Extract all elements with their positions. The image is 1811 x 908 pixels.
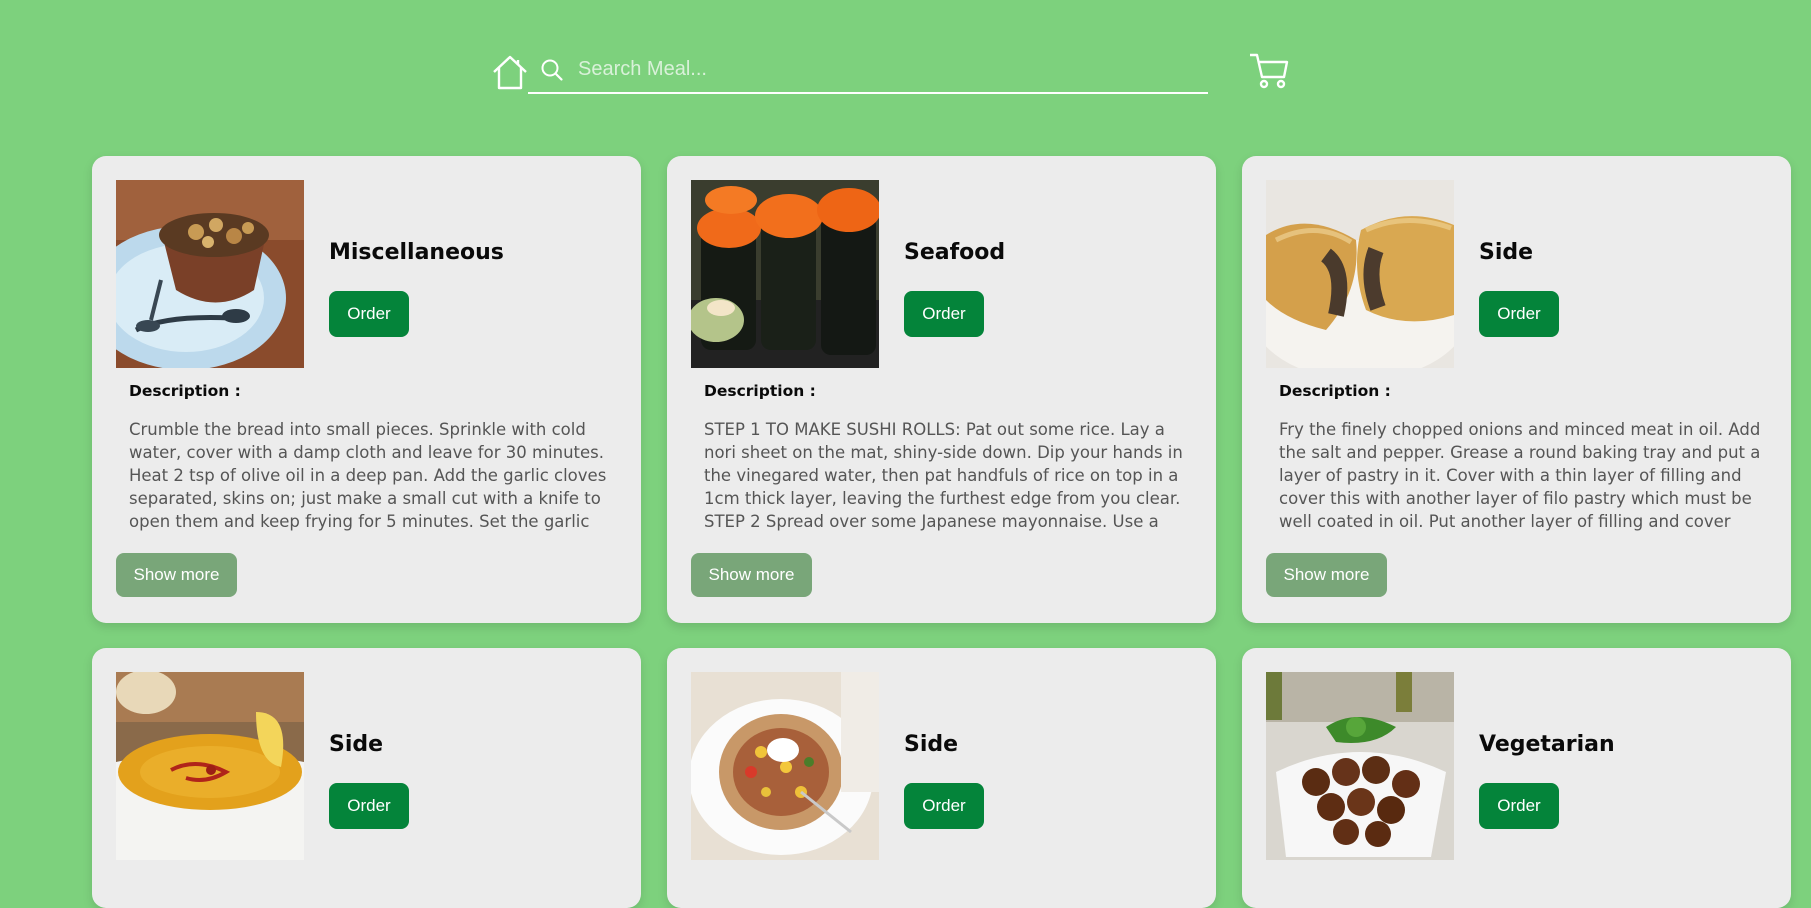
meal-card: Side Order <box>667 648 1216 908</box>
meal-image <box>691 180 879 368</box>
order-button[interactable]: Order <box>1479 783 1559 829</box>
meal-card: Side Order <box>92 648 641 908</box>
order-button[interactable]: Order <box>904 291 984 337</box>
meal-card: Seafood Order Description : STEP 1 TO MA… <box>667 156 1216 623</box>
show-more-button[interactable]: Show more <box>691 553 812 597</box>
order-button[interactable]: Order <box>329 783 409 829</box>
meal-category: Side <box>904 732 959 757</box>
description-label: Description : <box>704 382 816 400</box>
description-text: Fry the finely chopped onions and minced… <box>1279 420 1761 531</box>
meal-card: Side Order Description : Fry the finely … <box>1242 156 1791 623</box>
meal-grid: Miscellaneous Order Description : Crumbl… <box>0 0 1811 908</box>
meal-image <box>1266 672 1454 860</box>
description-label: Description : <box>129 382 241 400</box>
meal-image <box>1266 180 1454 368</box>
meal-image <box>691 672 879 860</box>
meal-category: Seafood <box>904 240 1006 265</box>
show-more-button[interactable]: Show more <box>116 553 237 597</box>
order-button[interactable]: Order <box>1479 291 1559 337</box>
description-text: Crumble the bread into small pieces. Spr… <box>129 420 607 531</box>
meal-image <box>116 180 304 368</box>
meal-category: Side <box>1479 240 1534 265</box>
description-label: Description : <box>1279 382 1391 400</box>
show-more-button[interactable]: Show more <box>1266 553 1387 597</box>
meal-image <box>116 672 304 860</box>
order-button[interactable]: Order <box>329 291 409 337</box>
meal-card: Vegetarian Order <box>1242 648 1791 908</box>
meal-card: Miscellaneous Order Description : Crumbl… <box>92 156 641 623</box>
meal-category: Miscellaneous <box>329 240 504 265</box>
meal-category: Side <box>329 732 384 757</box>
meal-category: Vegetarian <box>1479 732 1615 757</box>
description-text: STEP 1 TO MAKE SUSHI ROLLS: Pat out some… <box>704 420 1183 531</box>
order-button[interactable]: Order <box>904 783 984 829</box>
